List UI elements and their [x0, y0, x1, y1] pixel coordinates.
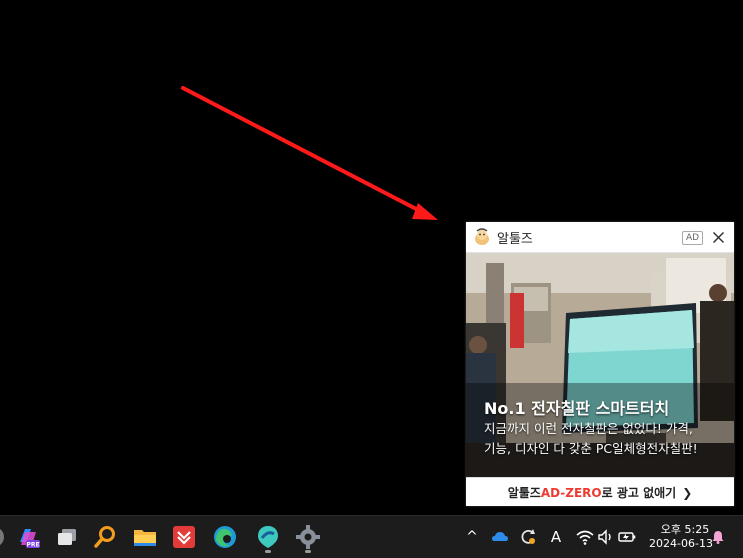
ad-badge: AD: [682, 231, 704, 245]
copilot-icon[interactable]: PRE: [15, 524, 41, 550]
battery-charging-icon[interactable]: [617, 527, 637, 547]
volume-speaker-icon[interactable]: [596, 527, 616, 547]
ad-footer-prefix: 알툴즈: [507, 486, 541, 500]
ime-language-indicator[interactable]: A: [546, 527, 566, 547]
maps-app-icon[interactable]: [255, 524, 281, 550]
ad-popup: 알툴즈 AD No.1 전자칠판 스마트터치 지금까지 이런 전자칠판은 없었다…: [466, 222, 734, 506]
partial-taskbar-icon[interactable]: [0, 526, 6, 548]
notification-bell-icon[interactable]: [710, 529, 726, 545]
ad-footer-suffix: 로 광고 없애기: [601, 486, 677, 500]
ad-banner-image[interactable]: No.1 전자칠판 스마트터치 지금까지 이런 전자칠판은 없었다! 가격, 기…: [466, 253, 734, 477]
show-hidden-icons-chevron[interactable]: ^: [462, 527, 482, 547]
taskbar: PRE ^ A 오후 5:25 2024-06-13: [0, 515, 743, 558]
ad-subline-2: 기능, 디자인 다 갖춘 PC일체형전자칠판!: [484, 441, 698, 456]
svg-text:PRE: PRE: [26, 542, 39, 549]
running-indicator: [305, 550, 311, 553]
altools-mascot-icon: [475, 228, 489, 245]
red-app-icon[interactable]: [171, 524, 197, 550]
clock-time[interactable]: 오후 5:25: [655, 521, 715, 537]
clock-date[interactable]: 2024-06-13: [647, 537, 715, 550]
ad-headline: No.1 전자칠판 스마트터치: [484, 399, 670, 418]
ad-zero-link[interactable]: 알툴즈 AD-ZERO 로 광고 없애기 ❯: [466, 477, 734, 507]
close-icon[interactable]: [712, 231, 725, 244]
wifi-icon[interactable]: [575, 527, 595, 547]
search-magnifier-icon[interactable]: [92, 524, 118, 550]
sync-refresh-icon[interactable]: [518, 527, 538, 547]
chevron-right-icon: ❯: [682, 485, 693, 500]
ad-subline-1: 지금까지 이런 전자칠판은 없었다! 가격,: [484, 421, 693, 436]
edge-icon[interactable]: [212, 524, 238, 550]
file-explorer-icon[interactable]: [132, 524, 158, 550]
ad-header: 알툴즈 AD: [466, 222, 734, 253]
onedrive-cloud-icon[interactable]: [490, 527, 510, 547]
settings-gear-icon[interactable]: [295, 524, 321, 550]
running-indicator: [265, 550, 271, 553]
ad-footer-highlight: AD-ZERO: [540, 485, 602, 500]
ad-brand-name: 알툴즈: [497, 231, 533, 247]
task-view-icon[interactable]: [54, 524, 80, 550]
